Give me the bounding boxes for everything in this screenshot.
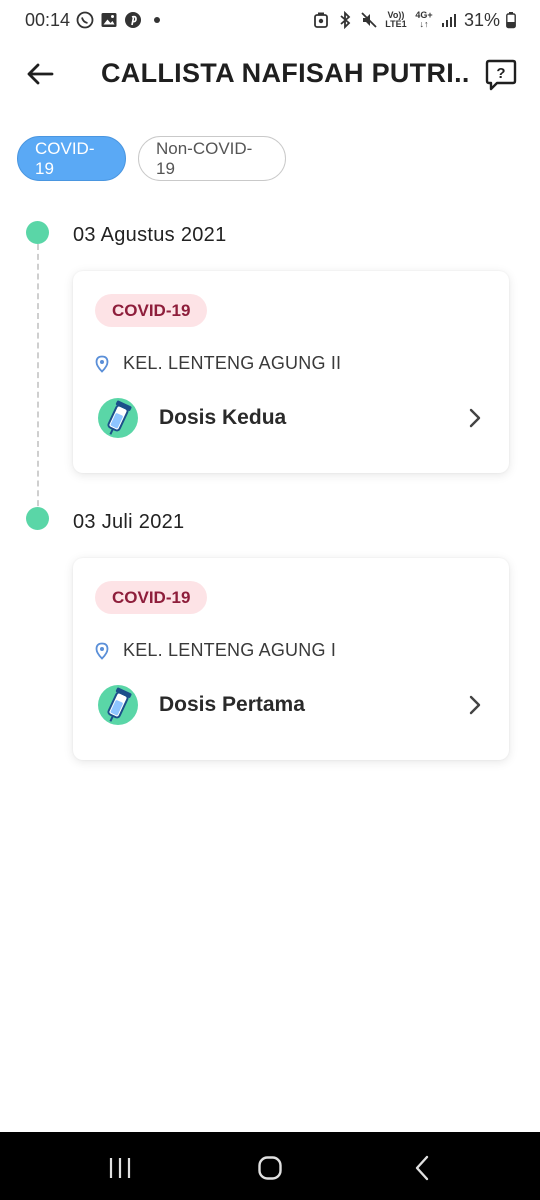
filter-chip-non-covid[interactable]: Non-COVID-19 <box>138 136 286 181</box>
chevron-right-icon <box>469 695 481 715</box>
location-pin-icon <box>95 642 109 660</box>
filter-chips: COVID-19 Non-COVID-19 <box>17 136 286 181</box>
dose-row: Dosis Pertama <box>97 684 487 726</box>
help-button[interactable]: ? <box>484 58 518 92</box>
record-date: 03 Agustus 2021 <box>73 224 227 246</box>
dose-label: Dosis Pertama <box>159 693 305 716</box>
home-button[interactable] <box>256 1154 284 1182</box>
location-row: KEL. LENTENG AGUNG II <box>95 353 341 374</box>
filter-chip-covid[interactable]: COVID-19 <box>17 136 126 181</box>
whatsapp-icon <box>76 11 94 29</box>
vaccine-icon <box>98 685 138 725</box>
dose-label: Dosis Kedua <box>159 406 287 429</box>
location-row: KEL. LENTENG AGUNG I <box>95 640 336 661</box>
vaccination-card[interactable]: COVID-19 KEL. LENTENG AGUNG II Dosis Ked… <box>73 271 509 473</box>
record-date: 03 Juli 2021 <box>73 511 185 533</box>
system-nav-bar <box>0 1132 540 1200</box>
app-header: CALLISTA NAFISAH PUTRI... ? <box>0 48 540 100</box>
vaccine-icon <box>98 398 138 438</box>
battery-icon <box>506 11 516 29</box>
4g-icon: 4G+ ↓↑ <box>415 10 433 29</box>
vaccination-card[interactable]: COVID-19 KEL. LENTENG AGUNG I Dosis Pert… <box>73 558 509 760</box>
signal-icon <box>440 11 458 29</box>
status-bar: 00:14 Vo)) LTE1 4G+ ↓↑ 31% <box>0 0 540 40</box>
mute-icon <box>360 11 378 29</box>
nav-back-button[interactable] <box>408 1154 436 1182</box>
status-time: 00:14 <box>25 9 71 30</box>
recents-button[interactable] <box>106 1154 134 1182</box>
timeline-dot <box>26 221 49 244</box>
saver-icon <box>312 11 330 29</box>
dot-icon <box>154 17 161 23</box>
recents-icon <box>109 1158 131 1178</box>
location-pin-icon <box>95 355 109 373</box>
status-right: Vo)) LTE1 4G+ ↓↑ 31% <box>312 10 516 31</box>
help-glyph: ? <box>496 65 505 82</box>
home-icon <box>258 1156 282 1180</box>
category-badge: COVID-19 <box>95 294 208 327</box>
status-left: 00:14 <box>25 9 161 31</box>
dose-row: Dosis Kedua <box>97 397 487 439</box>
arrow-left-icon <box>27 63 54 85</box>
back-icon <box>415 1155 429 1181</box>
back-button[interactable] <box>24 60 56 88</box>
pinterest-icon <box>124 11 142 29</box>
location-text: KEL. LENTENG AGUNG II <box>123 353 342 373</box>
page-title: CALLISTA NAFISAH PUTRI... <box>101 58 471 88</box>
battery-percent: 31% <box>463 9 500 30</box>
gallery-icon <box>100 11 118 29</box>
bluetooth-icon <box>336 11 354 29</box>
timeline-line <box>37 244 39 516</box>
category-badge: COVID-19 <box>95 581 208 614</box>
location-text: KEL. LENTENG AGUNG I <box>123 640 337 660</box>
chevron-right-icon <box>469 408 481 428</box>
timeline-dot <box>26 507 49 530</box>
help-bubble-icon: ? <box>485 59 517 91</box>
volte-icon: Vo)) LTE1 <box>385 10 407 29</box>
